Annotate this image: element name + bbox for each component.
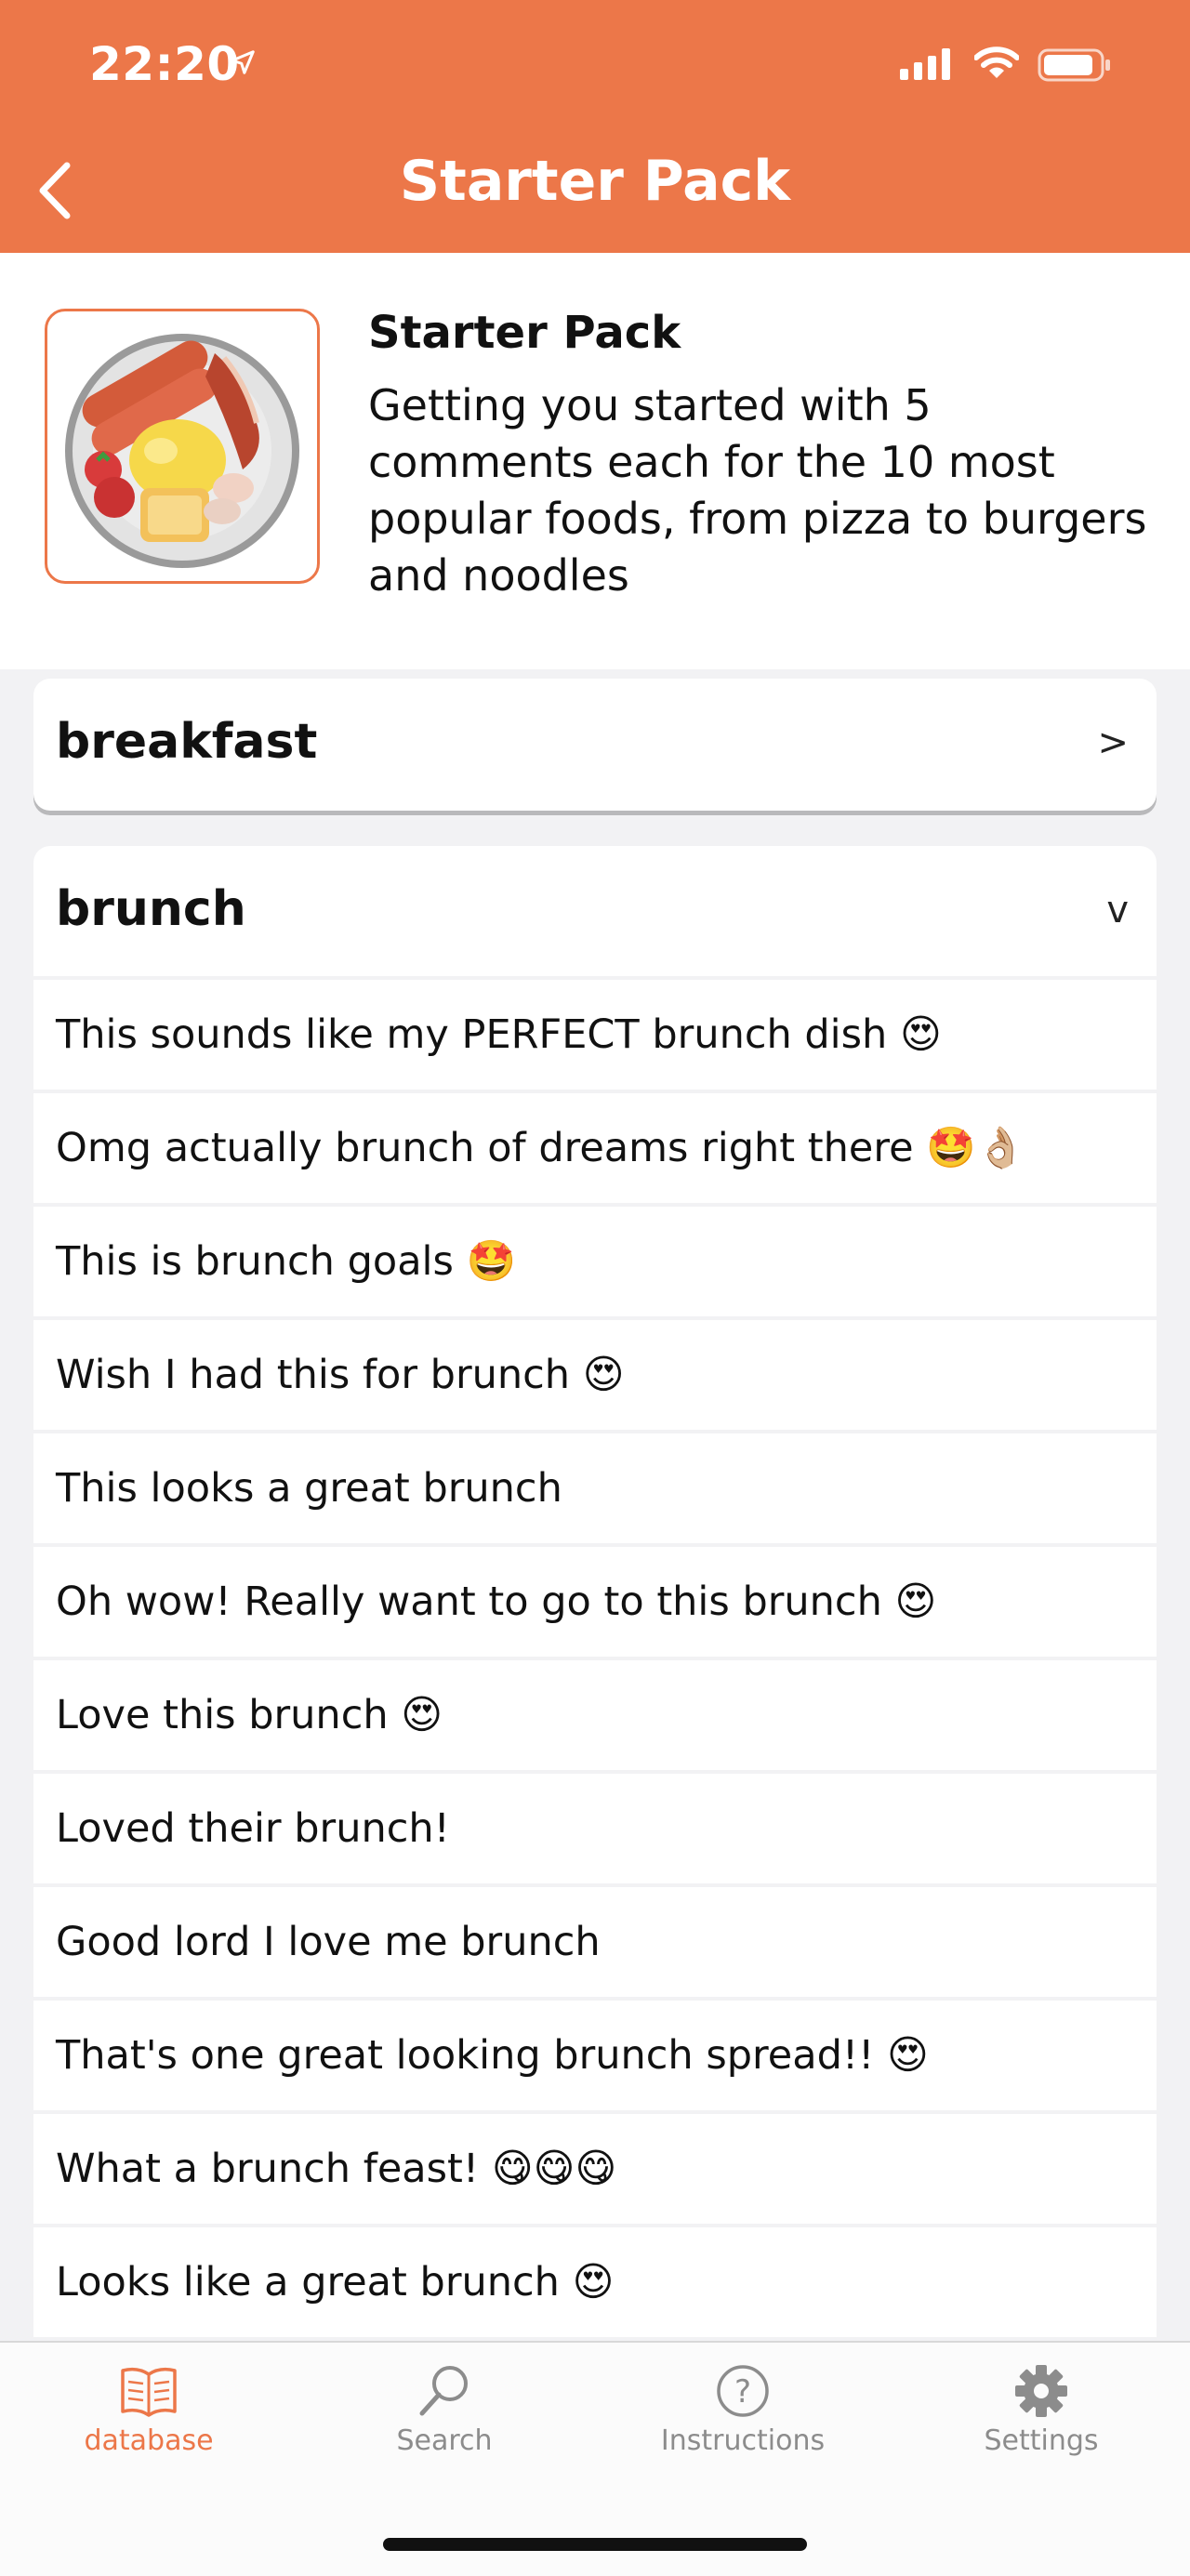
comment-item[interactable]: What a brunch feast! 😋😋😋 — [33, 2114, 1157, 2224]
comment-item[interactable]: Loved their brunch! — [33, 1774, 1157, 1883]
gear-icon — [1015, 2365, 1067, 2417]
comment-list: This sounds like my PERFECT brunch dish … — [33, 980, 1157, 2341]
comment-item[interactable]: Looks like a great brunch 😍 — [33, 2227, 1157, 2337]
chevron-down-icon: v — [1106, 889, 1129, 931]
tab-label: Search — [396, 2424, 493, 2457]
pack-thumbnail — [45, 309, 320, 584]
comment-item[interactable]: Omg actually brunch of dreams right ther… — [33, 1093, 1157, 1203]
category-label: breakfast — [56, 714, 318, 770]
chevron-right-icon: > — [1097, 721, 1129, 764]
comment-item[interactable]: This sounds like my PERFECT brunch dish … — [33, 980, 1157, 1090]
comment-item[interactable]: This is brunch goals 🤩 — [33, 1207, 1157, 1316]
breakfast-plate-icon — [65, 334, 299, 568]
tab-instructions[interactable]: ? Instructions — [631, 2363, 854, 2457]
battery-icon — [1038, 48, 1112, 86]
tab-label: Settings — [984, 2424, 1099, 2457]
category-breakfast[interactable]: breakfast > — [33, 679, 1157, 811]
tab-label: Instructions — [660, 2424, 826, 2457]
category-label: brunch — [56, 881, 246, 937]
tab-settings[interactable]: Settings — [930, 2363, 1153, 2457]
search-icon — [419, 2366, 468, 2416]
nav-title: Starter Pack — [399, 149, 791, 214]
comment-item[interactable]: Love this brunch 😍 — [33, 1660, 1157, 1770]
comment-item[interactable]: Oh wow! Really want to go to this brunch… — [33, 1547, 1157, 1657]
cellular-signal-icon — [900, 48, 954, 85]
tab-database[interactable]: database — [37, 2363, 260, 2457]
wifi-icon — [973, 46, 1020, 85]
top-bar: 22:20 Starter Pack — [0, 0, 1190, 253]
svg-text:?: ? — [734, 2373, 751, 2411]
pack-description: Getting you started with 5 comments each… — [368, 380, 1147, 601]
home-indicator — [383, 2538, 807, 2551]
help-icon: ? — [717, 2365, 769, 2417]
location-arrow-icon — [229, 48, 257, 81]
comment-item[interactable]: That's one great looking brunch spread!!… — [33, 2001, 1157, 2110]
category-brunch[interactable]: brunch v — [33, 846, 1157, 976]
book-icon — [121, 2367, 177, 2417]
tab-search[interactable]: Search — [333, 2363, 556, 2457]
comment-item[interactable]: Good lord I love me brunch — [33, 1887, 1157, 1997]
comment-item[interactable]: Wish I had this for brunch 😍 — [33, 1320, 1157, 1430]
comment-item[interactable]: This looks a great brunch — [33, 1433, 1157, 1543]
tab-label: database — [84, 2424, 214, 2457]
pack-title: Starter Pack — [368, 307, 681, 359]
pack-header: Starter Pack Getting you started with 5 … — [0, 253, 1190, 669]
status-time: 22:20 — [89, 37, 240, 91]
